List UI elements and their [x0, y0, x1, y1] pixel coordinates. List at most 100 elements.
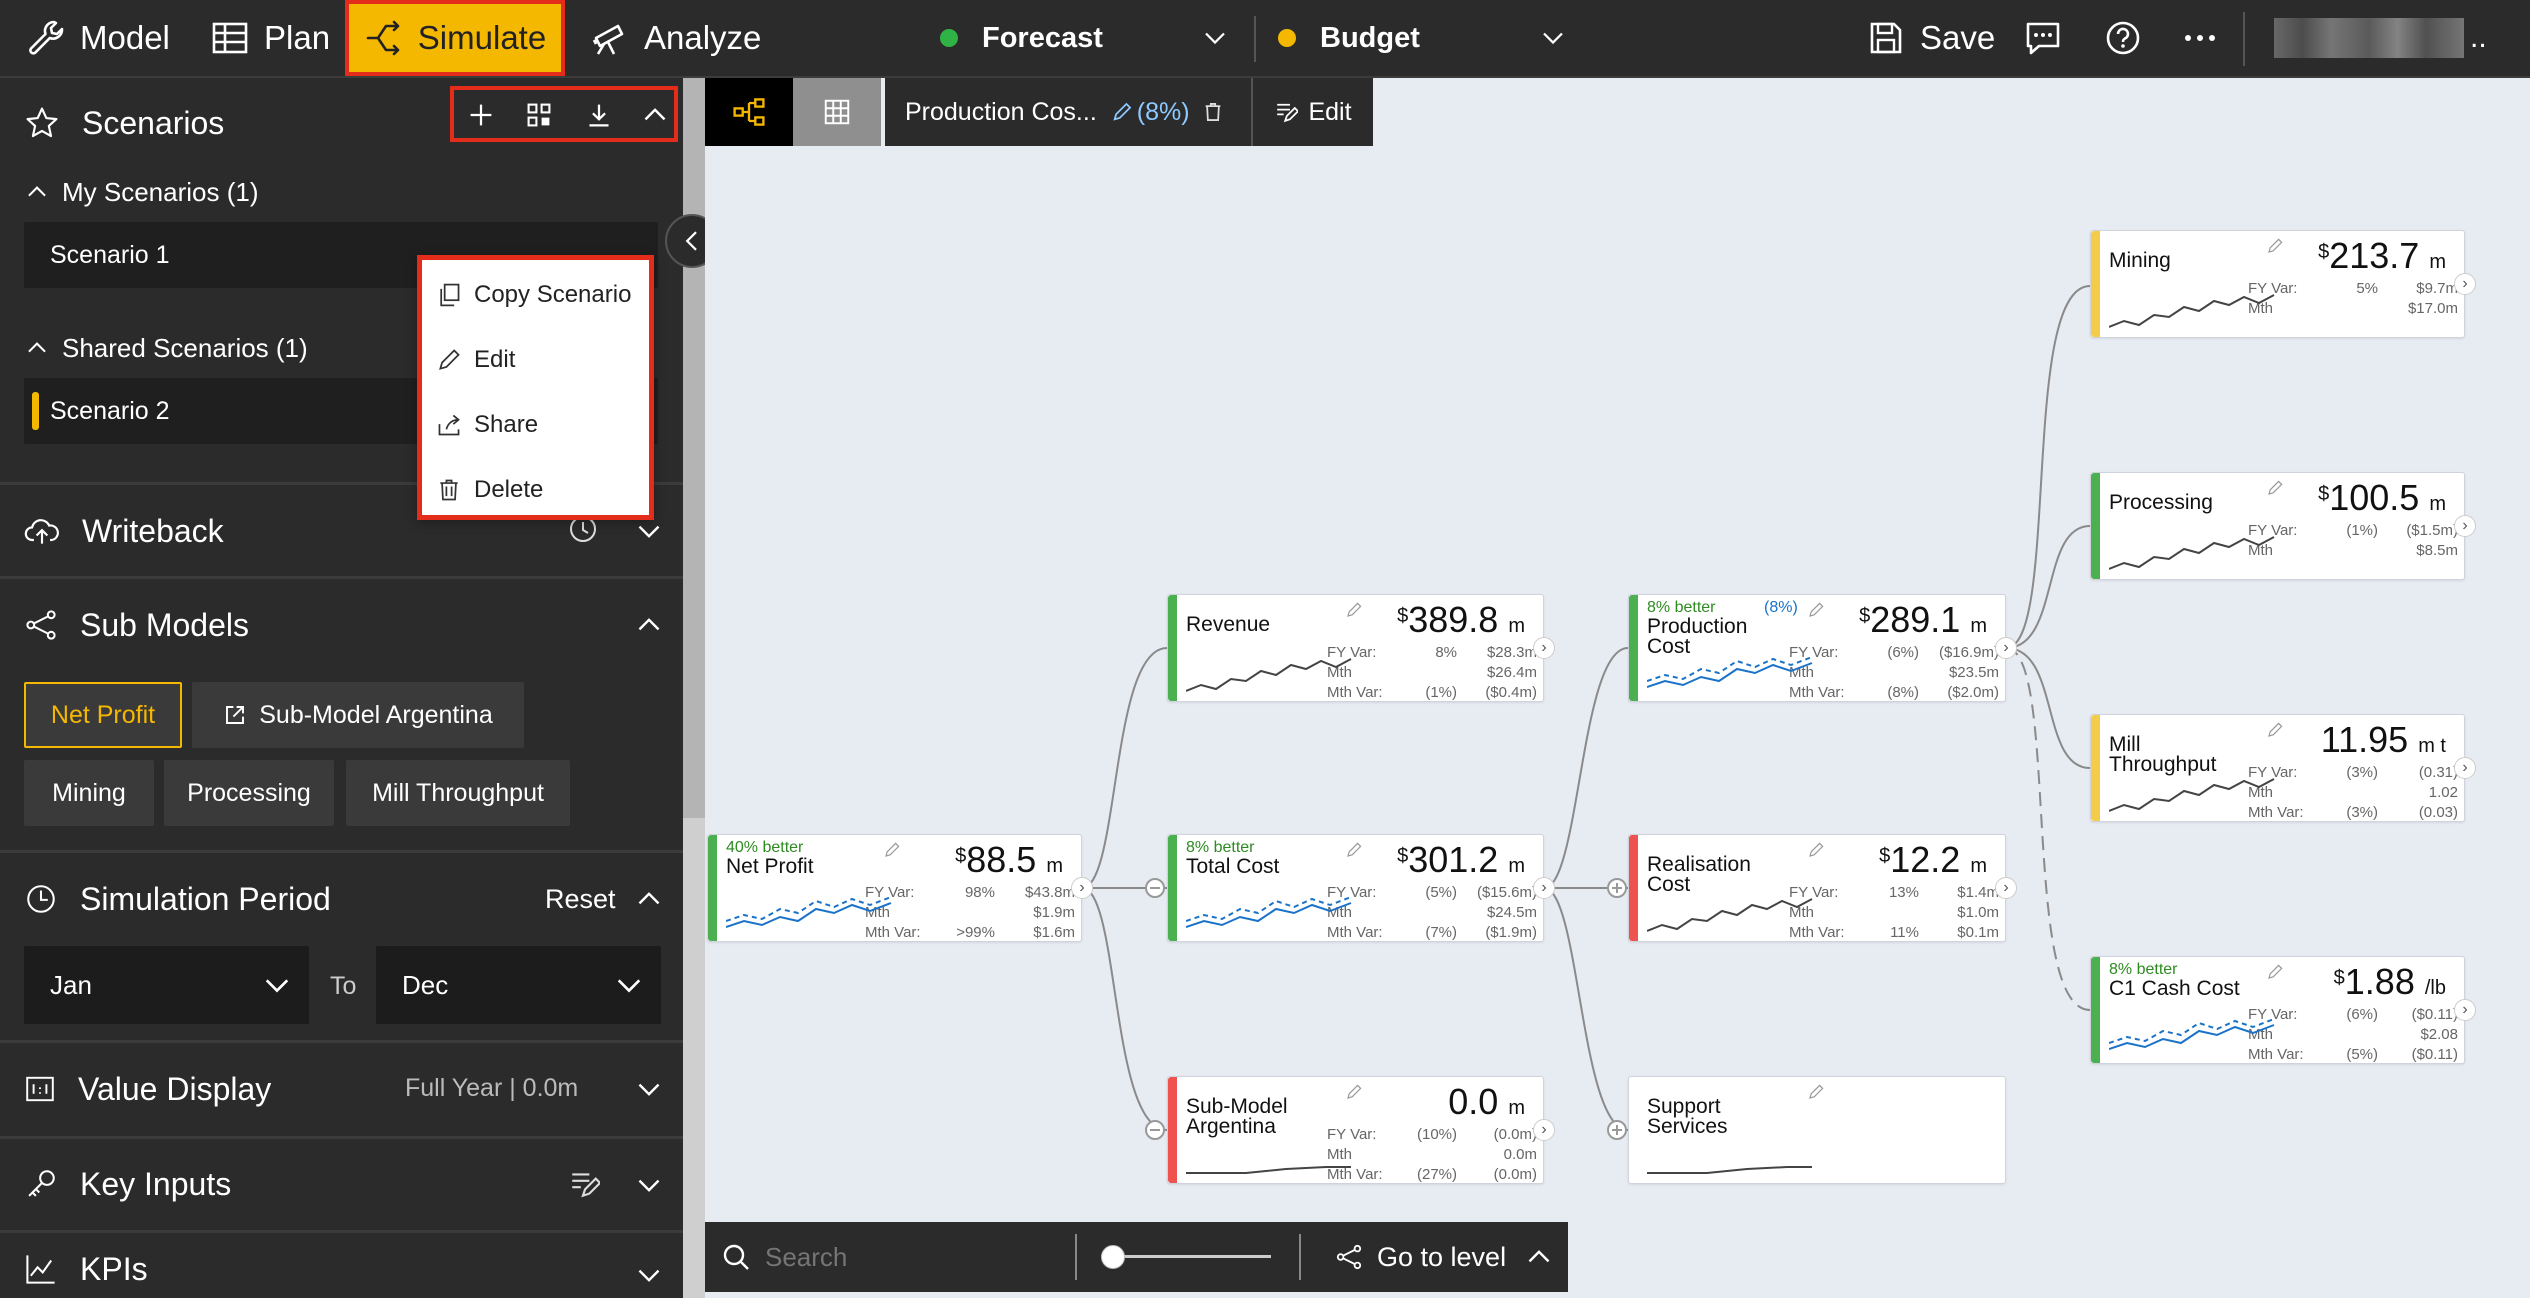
tree-view-tab[interactable] [705, 78, 793, 146]
node-card-processing[interactable]: Processing $100.5 m FY Var: (1%) ($1.5m) Mth $… [2090, 472, 2476, 580]
period-to-select[interactable]: Dec [376, 946, 661, 1024]
node-expand-handle[interactable]: › [1533, 637, 1555, 659]
node-card-c1-cash-cost[interactable]: 8% better C1 Cash Cost $1.88 /lb FY Var: (6%… [2090, 956, 2476, 1064]
metric-value: $9.7m [2416, 280, 2458, 297]
node-status-bar [2091, 473, 2100, 579]
node-expand-handle[interactable]: › [1995, 637, 2017, 659]
my-scenarios-header[interactable]: My Scenarios (1) [0, 162, 683, 222]
node-expand-handle[interactable]: › [1071, 877, 1093, 899]
node-metric-row: Mth $17.0m [2248, 299, 2458, 319]
node-card-realisation-cost[interactable]: Realisation Cost $12.2 m FY Var: 13% $1.4m Mt… [1628, 834, 2017, 942]
node-expand-handle[interactable]: › [2454, 757, 2476, 779]
edit-list-icon[interactable] [568, 1168, 600, 1200]
scrollbar-thumb[interactable] [683, 78, 705, 818]
simulate-tab[interactable]: Simulate [345, 0, 565, 76]
node-edit-icon[interactable] [2266, 479, 2284, 497]
edit-tab[interactable]: Edit [1253, 78, 1373, 146]
divider [1254, 16, 1256, 62]
go-to-level-label: Go to level [1377, 1241, 1507, 1272]
node-currency: $ [2333, 967, 2345, 989]
node-sparkline [1647, 898, 1813, 932]
copy-scenario-item[interactable]: Copy Scenario [422, 262, 649, 327]
node-currency: $ [955, 845, 967, 867]
save-button[interactable]: Save [1866, 0, 1995, 76]
analyze-tab[interactable]: Analyze [590, 0, 761, 76]
share-item[interactable]: Share [422, 392, 649, 457]
submodel-net-profit[interactable]: Net Profit [24, 682, 182, 748]
scenario-tab[interactable]: Production Cos... (8%) [885, 78, 1251, 146]
trash-icon[interactable] [1202, 101, 1224, 123]
help-button[interactable] [2103, 0, 2143, 76]
period-from-select[interactable]: Jan [24, 946, 309, 1024]
period-from-value: Jan [50, 969, 92, 1000]
go-to-level-button[interactable]: Go to level [1335, 1222, 1552, 1292]
submodel-mill-throughput[interactable]: Mill Throughput [346, 760, 570, 826]
node-card-revenue[interactable]: Revenue $389.8 m FY Var: 8% $28.3m Mth $26.4m M… [1167, 594, 1555, 702]
node-edit-icon[interactable] [883, 841, 901, 859]
submodel-argentina[interactable]: Sub-Model Argentina [192, 682, 524, 748]
chevron-up-icon[interactable] [636, 612, 662, 638]
node-card-net-profit[interactable]: 40% better Net Profit $88.5 m FY Var: 98% $43… [707, 834, 1093, 942]
submodels-icon [26, 610, 56, 640]
node-expand-handle[interactable]: › [1533, 1119, 1555, 1141]
divider [2243, 12, 2245, 66]
zoom-slider-track[interactable] [1101, 1255, 1271, 1258]
node-card-total-cost[interactable]: 8% better Total Cost $301.2 m FY Var: (5%) ($… [1167, 834, 1555, 942]
kpis-header[interactable]: KPIs [0, 1234, 683, 1298]
share-label: Share [474, 410, 539, 438]
node-expand-handle[interactable]: › [2454, 999, 2476, 1021]
search-input[interactable] [765, 1232, 1055, 1282]
node-card-support-services[interactable]: Support Services [1628, 1076, 2006, 1184]
chevron-down-icon[interactable] [636, 1262, 662, 1288]
node-expand-handle[interactable]: › [1995, 877, 2017, 899]
user-more[interactable]: .. [2470, 0, 2487, 76]
download-icon[interactable] [586, 102, 612, 128]
value-display-header[interactable]: Value Display [0, 1044, 683, 1134]
save-icon [1870, 22, 1902, 54]
node-edit-icon[interactable] [1807, 841, 1825, 859]
node-expand-handle[interactable]: › [1533, 877, 1555, 899]
node-currency: $ [1879, 845, 1891, 867]
forecast-selector[interactable]: Forecast [940, 0, 1230, 76]
node-currency: $ [1397, 845, 1409, 867]
grid-view-tab[interactable] [793, 78, 881, 146]
reset-button[interactable]: Reset [545, 884, 616, 915]
chevron-down-icon[interactable] [636, 1172, 662, 1198]
metric-value: (0.03) [2418, 804, 2458, 821]
node-edit-icon[interactable] [2266, 237, 2284, 255]
submodels-header[interactable]: Sub Models [0, 582, 683, 668]
plan-tab[interactable]: Plan [210, 0, 330, 76]
submodel-processing[interactable]: Processing [164, 760, 334, 826]
add-icon[interactable] [468, 102, 494, 128]
chevron-up-icon[interactable] [636, 886, 662, 912]
chevron-down-icon[interactable] [636, 1076, 662, 1102]
edit-item[interactable]: Edit [422, 327, 649, 392]
node-edit-icon[interactable] [1807, 601, 1825, 619]
node-edit-icon[interactable] [2266, 721, 2284, 739]
node-card-mill-throughput[interactable]: Mill Throughput 11.95 m t FY Var: (3%) (0.31… [2090, 714, 2476, 822]
zoom-slider-handle[interactable] [1101, 1245, 1125, 1269]
more-button[interactable] [2180, 0, 2220, 76]
trash-icon [440, 479, 458, 500]
node-status-bar [2091, 715, 2100, 821]
node-edit-icon[interactable] [1345, 1083, 1363, 1101]
node-edit-icon[interactable] [1807, 1083, 1825, 1101]
node-expand-handle[interactable]: › [2454, 515, 2476, 537]
node-expand-handle[interactable]: › [2454, 273, 2476, 295]
edit-label: Edit [474, 345, 516, 373]
budget-selector[interactable]: Budget [1278, 0, 1568, 76]
user-avatar[interactable] [2274, 18, 2464, 58]
model-tab[interactable]: Model [26, 0, 170, 76]
submodel-mining[interactable]: Mining [24, 760, 154, 826]
node-edit-icon[interactable] [2266, 963, 2284, 981]
node-card-production-cost[interactable]: 8% better (8%) Production Cost $289.1 m FY V… [1628, 594, 2017, 702]
node-edit-icon[interactable] [1345, 841, 1363, 859]
grid-icon[interactable] [526, 102, 552, 128]
node-card-mining[interactable]: Mining $213.7 m FY Var: 5% $9.7m Mth $17.0m › [2090, 230, 2476, 338]
delete-item[interactable]: Delete [422, 457, 649, 522]
chevron-up-icon[interactable] [642, 102, 668, 128]
metric-value: $17.0m [2407, 300, 2458, 317]
comments-button[interactable] [2023, 0, 2063, 76]
node-card-sub-model-argentina[interactable]: Sub-Model Argentina 0.0 m FY Var: (10%) (0.0… [1167, 1076, 1555, 1184]
node-edit-icon[interactable] [1345, 601, 1363, 619]
